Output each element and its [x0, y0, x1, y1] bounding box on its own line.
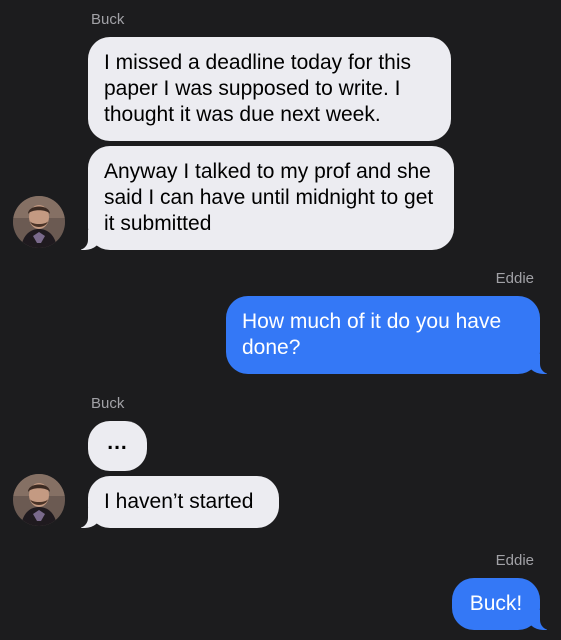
avatar[interactable]	[13, 474, 65, 526]
message-text: ...	[107, 431, 128, 454]
sender-name-eddie: Eddie	[495, 270, 534, 287]
message-bubble-incoming[interactable]: Anyway I talked to my prof and she said …	[62, 146, 454, 250]
message-text: Anyway I talked to my prof and she said …	[104, 160, 434, 235]
person-photo-icon	[13, 474, 65, 526]
person-photo-icon	[13, 196, 65, 248]
sender-name-buck: Buck	[91, 11, 125, 28]
avatar[interactable]	[13, 196, 65, 248]
message-bubble-incoming[interactable]: ...	[88, 421, 147, 471]
message-text: Buck!	[469, 592, 523, 615]
message-text: I haven’t started	[104, 490, 254, 513]
message-bubble-outgoing[interactable]: Buck!	[452, 578, 561, 630]
sender-name-buck: Buck	[91, 395, 125, 412]
message-text: How much of it do you have done?	[242, 310, 502, 359]
message-bubble-outgoing[interactable]: How much of it do you have done?	[226, 296, 561, 374]
sender-name-eddie: Eddie	[495, 552, 534, 569]
message-bubble-incoming[interactable]: I haven’t started	[62, 476, 279, 528]
message-text: I missed a deadline today for this paper…	[104, 51, 412, 126]
message-bubble-incoming[interactable]: I missed a deadline today for this paper…	[88, 37, 451, 141]
